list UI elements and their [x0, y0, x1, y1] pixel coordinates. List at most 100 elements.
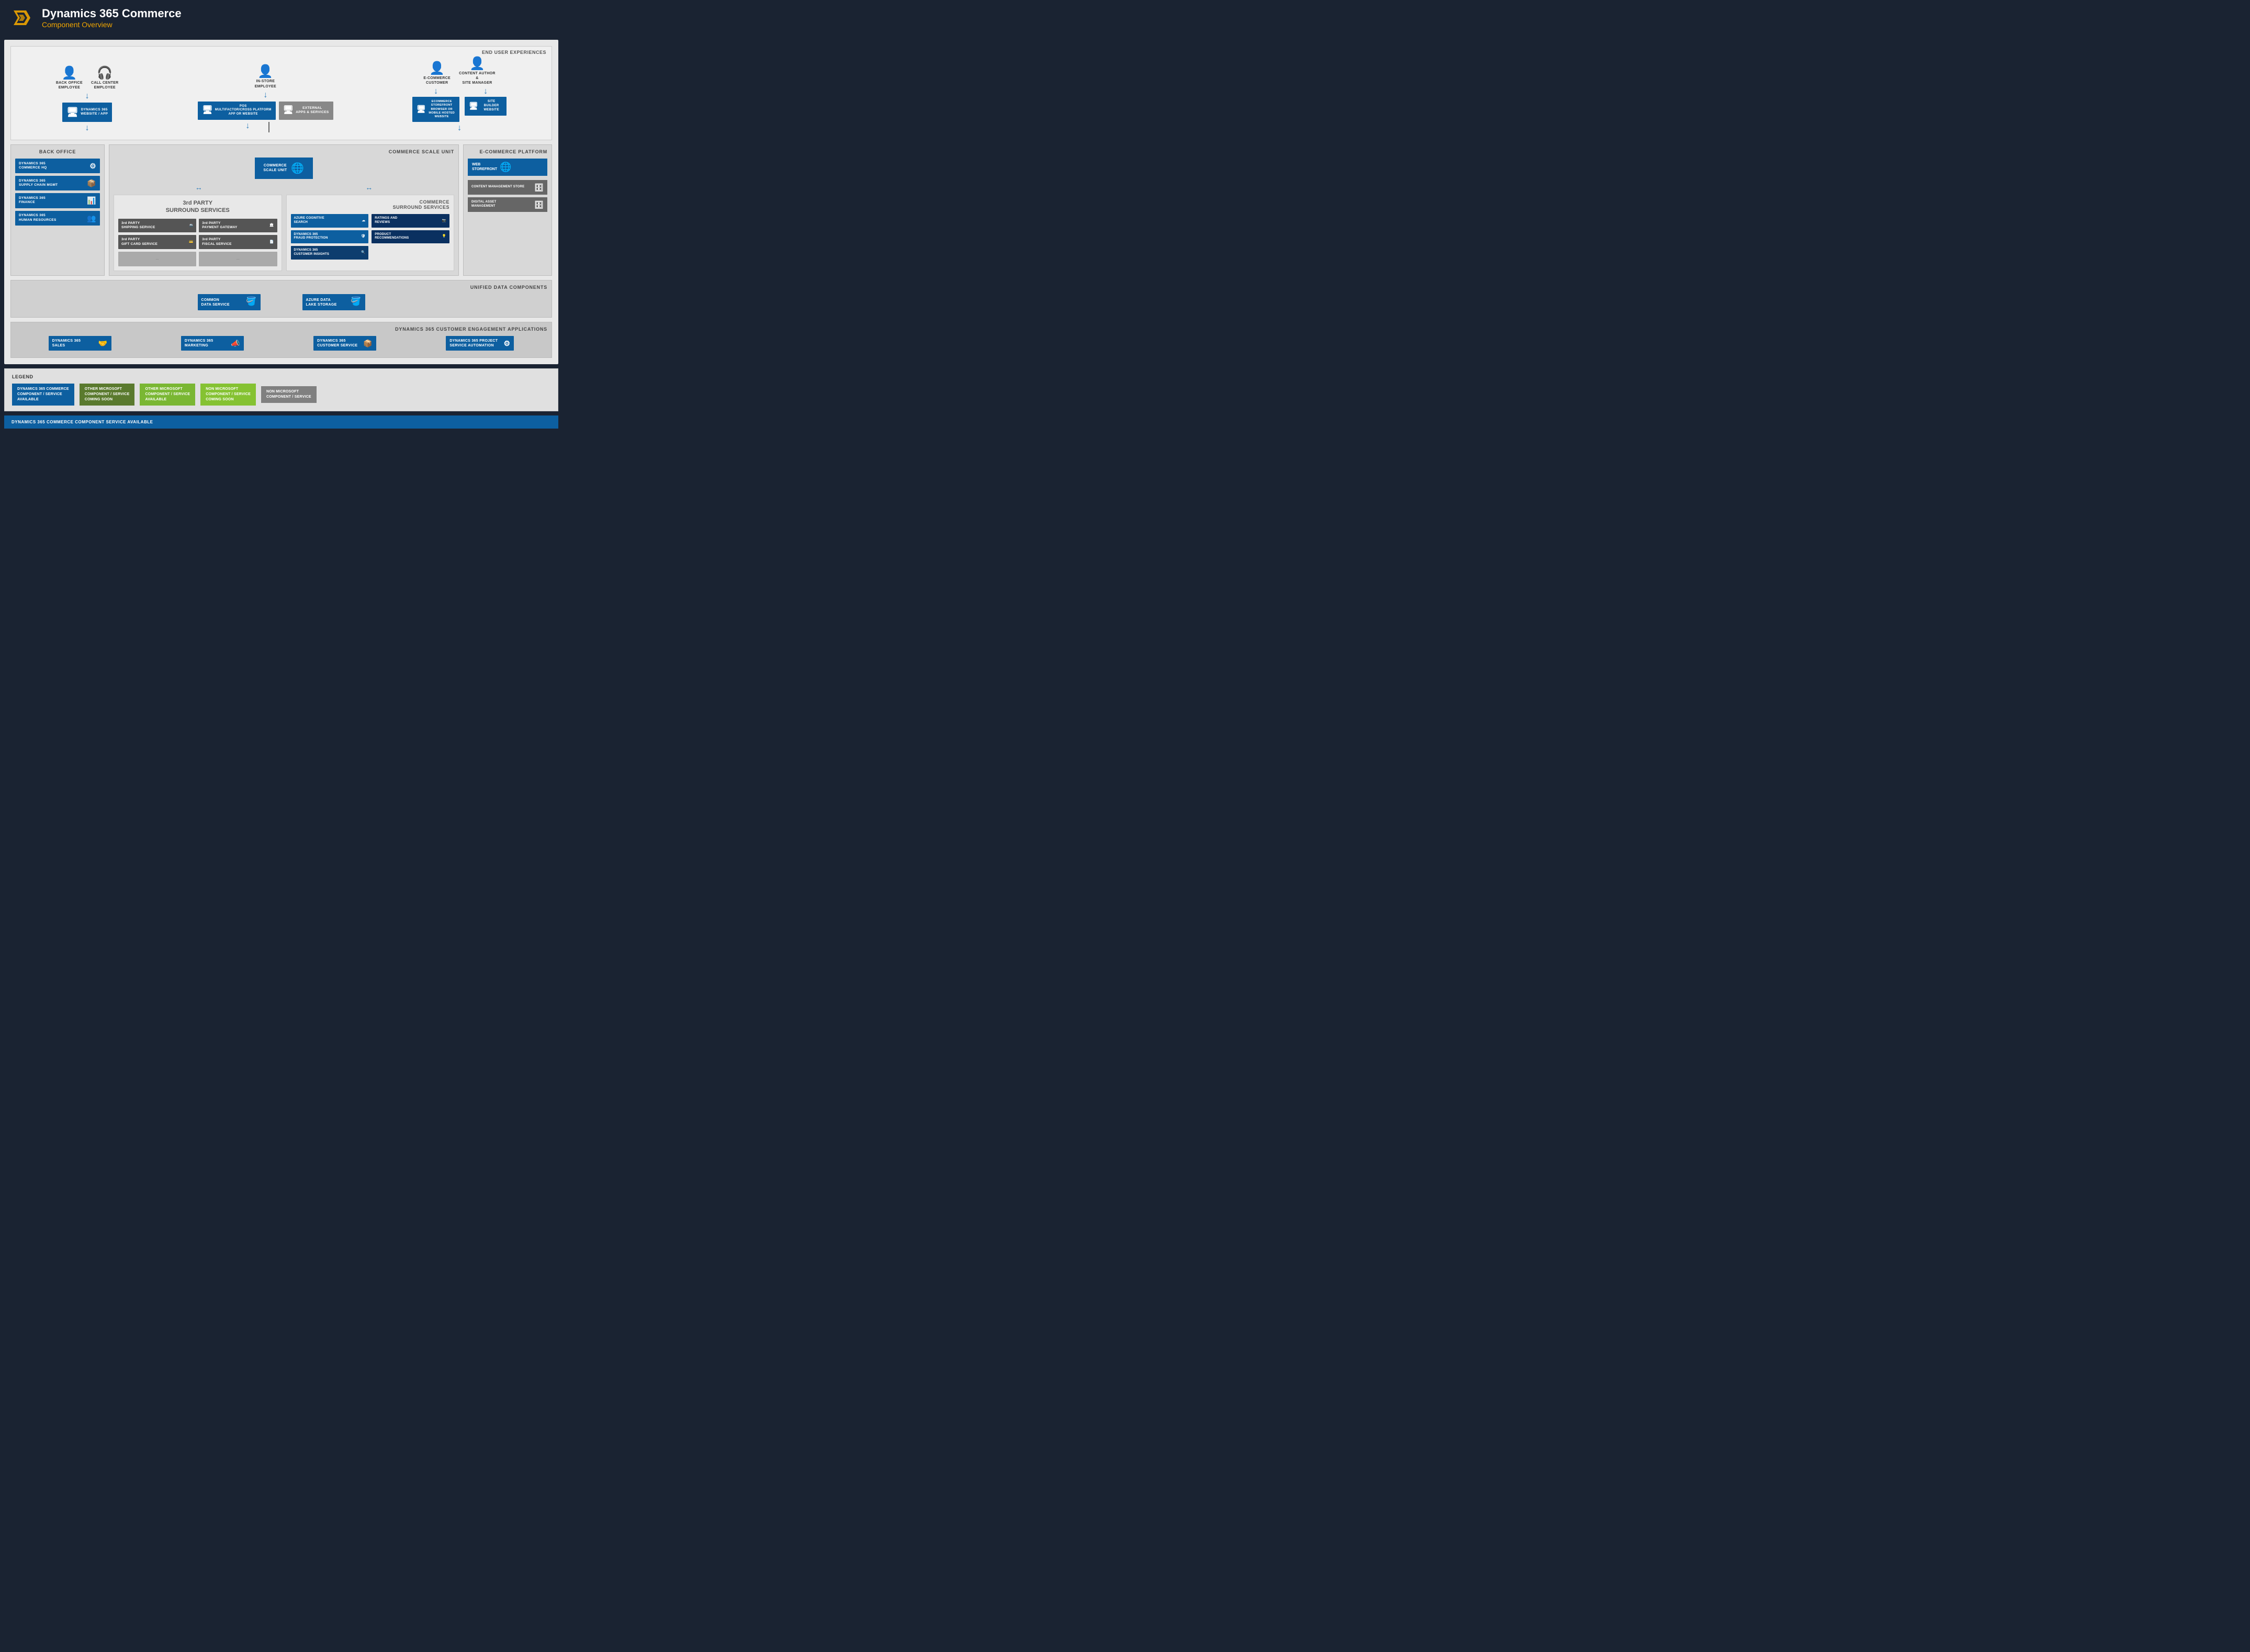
web-storefront-label: WEBSTOREFRONT: [472, 162, 497, 172]
fraud-protection-label: DYNAMICS 365FRAUD PROTECTION: [294, 233, 328, 241]
ecom-customer-icon: 👤: [429, 61, 445, 76]
dynamics-logo: [10, 6, 33, 29]
dynamics-device-label: DYNAMICS 365WEBSITE / APP: [81, 108, 108, 117]
settings-icon: ⚙: [89, 161, 96, 171]
csu-section: COMMERCE SCALE UNIT COMMERCESCALE UNIT 🌐…: [109, 144, 459, 276]
ecommerce-platform-section: E-COMMERCE PLATFORM WEBSTOREFRONT 🌐 CONT…: [463, 144, 552, 276]
cms-label: CONTENT MANAGEMENT STORE: [471, 185, 524, 189]
customer-insights-btn[interactable]: DYNAMICS 365CUSTOMER INSIGHTS 🔍: [291, 246, 369, 260]
csu-label-text: COMMERCESCALE UNIT: [263, 163, 287, 173]
ecom-down-arrow2: ↓: [457, 124, 462, 132]
back-office-users: 👤 BACK OFFICEEMPLOYEE 🎧 CALL CENTEREMPLO…: [56, 65, 119, 132]
bucket-icon-1: 🪣: [246, 297, 256, 308]
d365-project-service-btn[interactable]: DYNAMICS 365 PROJECTSERVICE AUTOMATION ⚙: [446, 336, 514, 351]
pos-icon: 🖥: [202, 105, 213, 116]
product-recommendations-btn[interactable]: PRODUCTRECOMMENDATIONS 💡: [372, 230, 449, 244]
legend-non-ms: NON MICROSOFTCOMPONENT / SERVICE: [261, 386, 317, 403]
azure-cognitive-label: AZURE COGNITIVESEARCH: [294, 217, 324, 225]
engagement-row: DYNAMICS 365SALES 🤝 DYNAMICS 365MARKETIN…: [15, 336, 547, 353]
shipping-service-btn[interactable]: 3rd PARTYSHIPPING SERVICE 🚢: [118, 219, 196, 233]
web-storefront-box[interactable]: WEBSTOREFRONT 🌐: [468, 159, 547, 176]
doc-icon: 📄: [269, 240, 274, 244]
payment-gateway-btn[interactable]: 3rd PARTYPAYMENT GATEWAY 🏛: [199, 219, 277, 233]
common-data-service-btn[interactable]: COMMONDATA SERVICE 🪣: [198, 294, 261, 310]
globe-icon: 🌐: [291, 162, 304, 175]
web-storefront-row: WEBSTOREFRONT 🌐: [468, 159, 547, 176]
shield-icon: 🛡: [361, 234, 365, 239]
cms-btn[interactable]: CONTENT MANAGEMENT STORE 🗄: [468, 180, 547, 195]
commerce-surround-inner: AZURE COGNITIVESEARCH ☁ DYNAMICS 365FRAU…: [291, 214, 450, 260]
ratings-label: RATINGS ANDREVIEWS: [375, 217, 397, 225]
monitor-icon: 🖥: [66, 106, 78, 119]
d365-sales-btn[interactable]: DYNAMICS 365SALES 🤝: [49, 336, 111, 351]
legend-d365-available: DYNAMICS 365 COMMERCECOMPONENT / SERVICE…: [12, 384, 74, 405]
legend-ms-coming-label: OTHER MICROSOFTCOMPONENT / SERVICECOMING…: [85, 387, 130, 402]
third-party-title: 3rd PARTYSURROUND SERVICES: [118, 199, 277, 215]
left-arrow: ↔: [195, 183, 203, 192]
commerce-surround-title: COMMERCESURROUND SERVICES: [291, 199, 450, 210]
hr-label: DYNAMICS 365HUMAN RESOURCES: [19, 213, 57, 222]
finance-btn[interactable]: DYNAMICS 365FINANCE 📊: [15, 193, 100, 208]
d365-psa-label: DYNAMICS 365 PROJECTSERVICE AUTOMATION: [449, 339, 498, 348]
ecom-customer-label: E-COMMERCECUSTOMER: [423, 76, 451, 85]
csu-section-title: COMMERCE SCALE UNIT: [114, 149, 454, 154]
ecom-devices-row: ↓ 🖥 ECOMMERCE STOREFRONTBROWSER OR MOBIL…: [412, 87, 507, 122]
azure-data-lake-btn[interactable]: AZURE DATALAKE STORAGE 🪣: [302, 294, 365, 310]
placeholder-1: ...: [118, 252, 196, 266]
placeholder-dots-1: ...: [156, 257, 159, 261]
surround-row: 3rd PARTYSURROUND SERVICES 3rd PARTYSHIP…: [114, 195, 454, 271]
dam-label: DIGITAL ASSETMANAGEMENT: [471, 200, 497, 209]
azure-cognitive-search-btn[interactable]: AZURE COGNITIVESEARCH ☁: [291, 214, 369, 228]
end-user-label: END USER EXPERIENCES: [482, 50, 546, 55]
bucket-icon-2: 🪣: [351, 297, 361, 308]
arrow-row: ↔ ↔: [114, 183, 454, 192]
dam-btn[interactable]: DIGITAL ASSETMANAGEMENT 🗄: [468, 197, 547, 212]
supply-chain-btn[interactable]: DYNAMICS 365SUPPLY CHAIN MGMT 📦: [15, 176, 100, 190]
commerce-hq-btn[interactable]: DYNAMICS 365COMMERCE HQ ⚙: [15, 159, 100, 173]
chart-icon: 📊: [87, 196, 96, 205]
back-office-user: 👤 BACK OFFICEEMPLOYEE: [56, 65, 83, 90]
people-icon: 👥: [87, 213, 96, 223]
csu-box-container: COMMERCESCALE UNIT 🌐: [114, 158, 454, 179]
middle-row: BACK OFFICE DYNAMICS 365COMMERCE HQ ⚙ DY…: [10, 144, 552, 276]
engagement-title: DYNAMICS 365 CUSTOMER ENGAGEMENT APPLICA…: [15, 327, 547, 332]
site-builder-icon: 🖥: [469, 101, 478, 111]
ext-apps-icon: 🖥: [283, 105, 294, 116]
main-diagram: END USER EXPERIENCES 👤 BACK OFFICEEMPLOY…: [4, 40, 558, 364]
ecom-arrow: ↓: [434, 87, 438, 96]
legend-title: LEGEND: [12, 374, 550, 379]
gift-card-label: 3rd PARTYGIFT CARD SERVICE: [121, 238, 158, 246]
call-center-user: 🎧 CALL CENTEREMPLOYEE: [91, 65, 119, 90]
d365-marketing-btn[interactable]: DYNAMICS 365MARKETING 📣: [181, 336, 244, 351]
unified-data-section: UNIFIED DATA COMPONENTS COMMONDATA SERVI…: [10, 280, 552, 318]
fiscal-label: 3rd PARTYFISCAL SERVICE: [202, 238, 231, 246]
header-text: Dynamics 365 Commerce Component Overview: [42, 7, 182, 29]
ext-vert-line: [268, 122, 269, 132]
ecommerce-storefront-device: 🖥 ECOMMERCE STOREFRONTBROWSER OR MOBILE …: [412, 97, 459, 122]
ratings-reviews-btn[interactable]: RATINGS ANDREVIEWS 📷: [372, 214, 449, 228]
legend-section: LEGEND DYNAMICS 365 COMMERCECOMPONENT / …: [4, 368, 558, 411]
dam-icon: 🗄: [534, 200, 544, 209]
commerce-surround-left: AZURE COGNITIVESEARCH ☁ DYNAMICS 365FRAU…: [291, 214, 369, 260]
unified-data-row: COMMONDATA SERVICE 🪣 AZURE DATALAKE STOR…: [15, 294, 547, 313]
commerce-surround-right: RATINGS ANDREVIEWS 📷 PRODUCTRECOMMENDATI…: [372, 214, 449, 260]
recommendations-label: PRODUCTRECOMMENDATIONS: [375, 233, 409, 241]
ship-icon: 🚢: [189, 223, 193, 228]
hr-btn[interactable]: DYNAMICS 365HUMAN RESOURCES 👥: [15, 211, 100, 226]
back-office-title: BACK OFFICE: [15, 149, 100, 154]
fiscal-service-btn[interactable]: 3rd PARTYFISCAL SERVICE 📄: [199, 235, 277, 249]
fraud-protection-btn[interactable]: DYNAMICS 365FRAUD PROTECTION 🛡: [291, 230, 369, 244]
ecommerce-customer-user: 👤 E-COMMERCECUSTOMER: [423, 61, 451, 85]
azure-lake-label: AZURE DATALAKE STORAGE: [306, 298, 337, 307]
gift-card-btn[interactable]: 3rd PARTYGIFT CARD SERVICE 💳: [118, 235, 196, 249]
web-globe-icon: 🌐: [500, 162, 511, 173]
pos-device: 🖥 POSMULTIFACTOR/CROSS PLATFORMAPP OR WE…: [198, 102, 275, 120]
site-builder-label: SITE BUILDERWEBSITE: [480, 100, 502, 112]
handshake-icon: 🤝: [98, 339, 108, 348]
csu-box[interactable]: COMMERCESCALE UNIT 🌐: [255, 158, 312, 179]
third-party-grid: 3rd PARTYSHIPPING SERVICE 🚢 3rd PARTYPAY…: [118, 219, 277, 267]
d365-customer-service-btn[interactable]: DYNAMICS 365CUSTOMER SERVICE 📦: [313, 336, 376, 351]
content-author-icon: 👤: [469, 56, 485, 71]
placeholder-2: ...: [199, 252, 277, 266]
legend-d365-label: DYNAMICS 365 COMMERCECOMPONENT / SERVICE…: [17, 387, 69, 402]
